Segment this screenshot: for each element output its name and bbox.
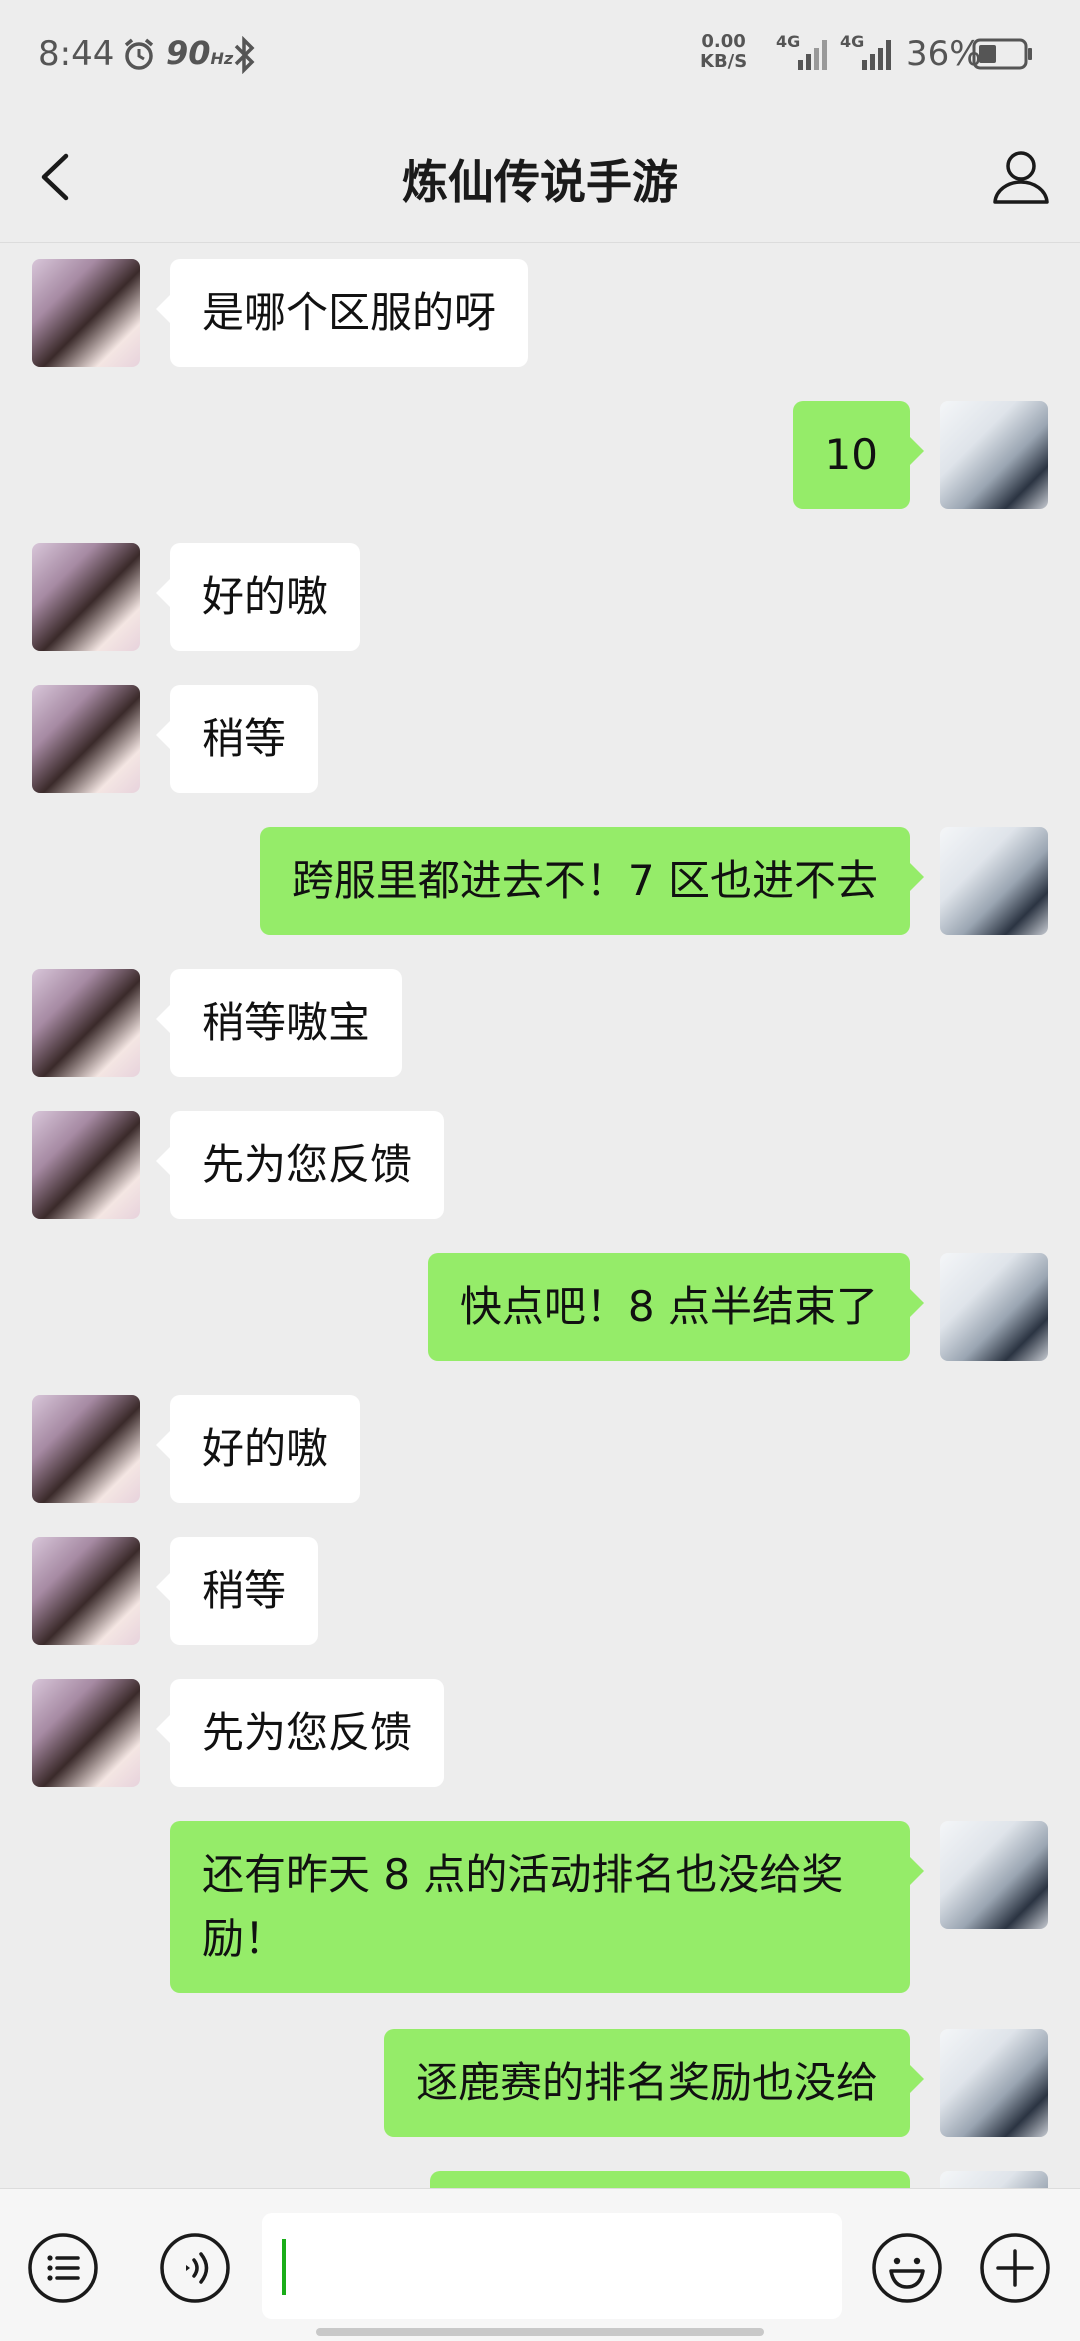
my-avatar[interactable] [940, 2171, 1048, 2188]
message-bubble[interactable]: 跨服里都进去不！7 区也进不去 [259, 827, 925, 935]
voice-icon[interactable] [158, 2231, 232, 2305]
signal-icon [862, 40, 891, 70]
input-bar [0, 2188, 1080, 2341]
message-bubble[interactable]: 稍等嗷宝 [155, 969, 403, 1077]
text-caret [282, 2239, 286, 2295]
my-avatar[interactable] [940, 2029, 1048, 2137]
contact-avatar[interactable] [32, 543, 140, 651]
contact-avatar[interactable] [32, 1395, 140, 1503]
my-avatar[interactable] [940, 1821, 1048, 1929]
message-bubble[interactable]: 是哪个区服的呀 [155, 259, 529, 367]
contact-avatar[interactable] [32, 969, 140, 1077]
chat-header: 炼仙传说手游 [0, 110, 1080, 243]
bluetooth-icon [234, 36, 255, 74]
menu-list-icon[interactable] [26, 2231, 100, 2305]
my-avatar[interactable] [940, 401, 1048, 509]
message-list[interactable]: 是哪个区服的呀 10 好的嗷 稍等 跨服里都进去不！7 区也进不去 稍等嗷宝 先… [0, 243, 1080, 2188]
contact-avatar[interactable] [32, 259, 140, 367]
contact-avatar[interactable] [32, 1537, 140, 1645]
status-time: 8:44 [38, 34, 115, 74]
home-indicator[interactable] [316, 2328, 764, 2336]
message-bubble[interactable]: 先为您反馈 [155, 1111, 445, 1219]
contact-avatar[interactable] [32, 1679, 140, 1787]
message-input[interactable] [262, 2213, 842, 2319]
my-avatar[interactable] [940, 1253, 1048, 1361]
message-bubble[interactable]: 稍等 [155, 685, 319, 793]
emoji-icon[interactable] [870, 2231, 944, 2305]
network-speed: 0.00 KB/S [700, 31, 748, 72]
message-bubble[interactable]: 好的嗷 [155, 543, 361, 651]
message-bubble[interactable]: 快点吧！8 点半结束了 [427, 1253, 925, 1361]
profile-icon[interactable] [990, 146, 1052, 208]
message-bubble[interactable]: 逐鹿赛的排名奖励也没给 [383, 2029, 925, 2137]
contact-avatar[interactable] [32, 1111, 140, 1219]
refresh-rate: 90Hz [166, 34, 234, 72]
plus-icon[interactable] [978, 2231, 1052, 2305]
status-bar: 8:44 90Hz 0.00 KB/S 4G 4G 36% [0, 0, 1080, 110]
message-bubble[interactable]: 还有昨天 8 点的活动排名也没给奖励！ [170, 1821, 924, 1993]
battery-icon [972, 38, 1032, 70]
alarm-icon [124, 38, 154, 70]
message-bubble[interactable]: 好的嗷 [155, 1395, 361, 1503]
my-avatar[interactable] [940, 827, 1048, 935]
message-bubble[interactable]: 稍等 [155, 1537, 319, 1645]
battery-level: 36% [906, 34, 982, 74]
signal-icon [798, 40, 827, 70]
message-bubble[interactable]: 10 [792, 401, 925, 509]
contact-avatar[interactable] [32, 685, 140, 793]
message-bubble[interactable] [430, 2171, 910, 2188]
message-bubble[interactable]: 先为您反馈 [155, 1679, 445, 1787]
chat-title: 炼仙传说手游 [402, 155, 678, 209]
